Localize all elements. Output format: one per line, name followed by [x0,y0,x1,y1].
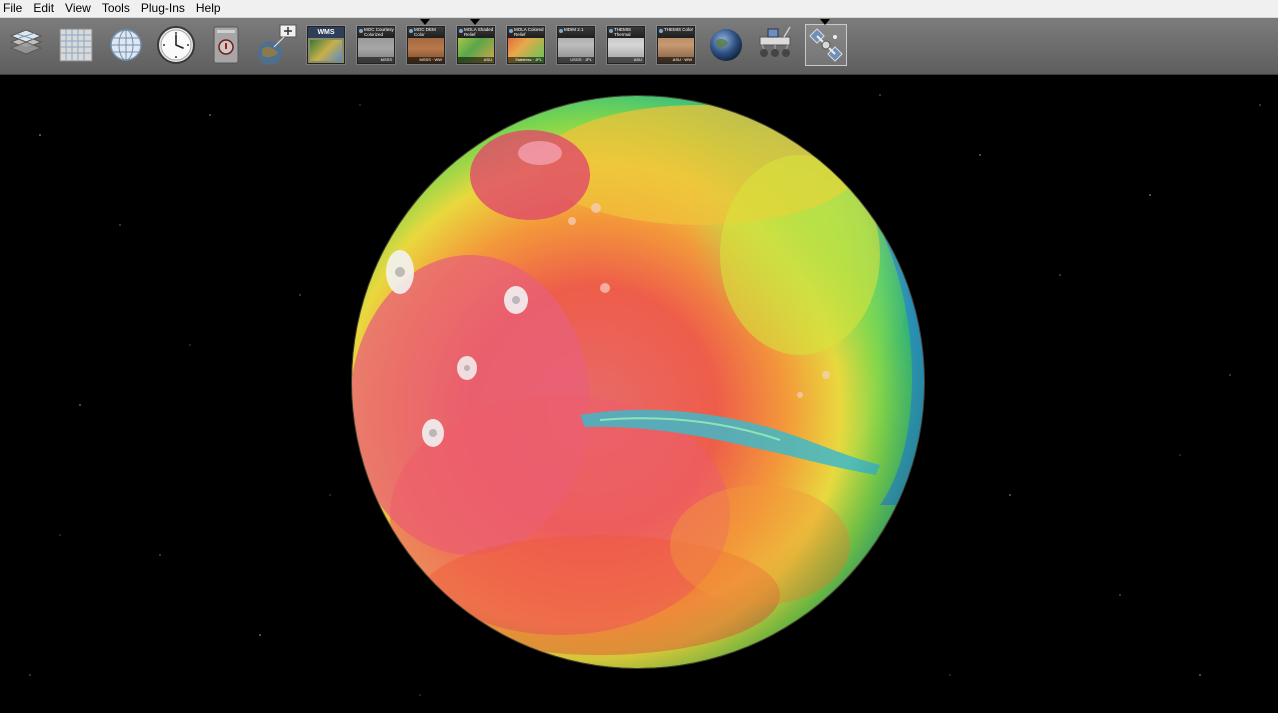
wms-label: WMS [308,27,344,38]
toolbar: WMS MOC Courtesy Colorized MSSS MOC DEM … [0,18,1278,75]
layers-icon [9,29,43,55]
layer-tile-moc-dem-icon: MOC DEM Color MSSS · WW [407,26,445,64]
active-layer-marker [470,19,480,25]
menu-file[interactable]: File [0,1,29,16]
layer-mdim-button[interactable]: MDIM 2.1 USGS · JPL [556,25,596,65]
layer-themis-button[interactable]: THEMIS Thermal ASU [606,25,646,65]
wms-button[interactable]: WMS [306,25,346,65]
layer-tile-themis-icon: THEMIS Thermal ASU [607,26,645,64]
layer-moc-dem-button[interactable]: MOC DEM Color MSSS · WW [406,19,446,65]
menu-view[interactable]: View [61,1,98,16]
layer-mola-shaded-button[interactable]: MOLA Shaded Relief ASU [456,19,496,65]
layer-moc-courtesy-button[interactable]: MOC Courtesy Colorized MSSS [356,25,396,65]
planet-icon [710,29,742,61]
mars-globe-render [29,94,1261,696]
clock-icon [157,26,195,64]
menu-tools[interactable]: Tools [98,1,137,16]
planet-button[interactable] [706,25,746,65]
layer-tile-mdim-icon: MDIM 2.1 USGS · JPL [557,26,595,64]
layer-tile-mola-colored-icon: MOLA Colored Relief Stateless · JPL [507,26,545,64]
menu-plug-ins[interactable]: Plug-Ins [137,1,192,16]
wms-icon: WMS [307,26,345,64]
layer-tile-mola-shaded-icon: MOLA Shaded Relief ASU [457,26,495,64]
menu-edit[interactable]: Edit [29,1,61,16]
info-card-icon [213,26,239,64]
layer-themis-color-button[interactable]: THEMIS Color ASU · WW [656,25,696,65]
layer-tile-themis-color-icon: THEMIS Color ASU · WW [657,26,695,64]
add-layer-icon [258,24,297,65]
grid-icon [59,28,93,62]
graticule-button[interactable] [56,25,96,65]
globe-graticule-icon [110,29,142,61]
globe-button[interactable] [106,25,146,65]
spacecraft-button[interactable] [805,19,847,66]
info-card-button[interactable] [206,25,246,65]
globe-viewport[interactable] [0,75,1278,713]
add-layer-button[interactable] [254,24,300,65]
menu-bar: File Edit View Tools Plug-Ins Help [0,0,1278,18]
menu-help[interactable]: Help [192,1,228,16]
layer-tile-moc-courtesy-icon: MOC Courtesy Colorized MSSS [357,26,395,64]
clock-button[interactable] [156,25,196,65]
active-tool-marker [820,19,830,25]
layers-button[interactable] [6,25,46,65]
rover-icon [759,26,791,57]
active-layer-marker [420,19,430,25]
layer-mola-colored-button[interactable]: MOLA Colored Relief Stateless · JPL [506,25,546,65]
rover-button[interactable] [754,25,798,65]
spacecraft-icon [809,28,843,62]
